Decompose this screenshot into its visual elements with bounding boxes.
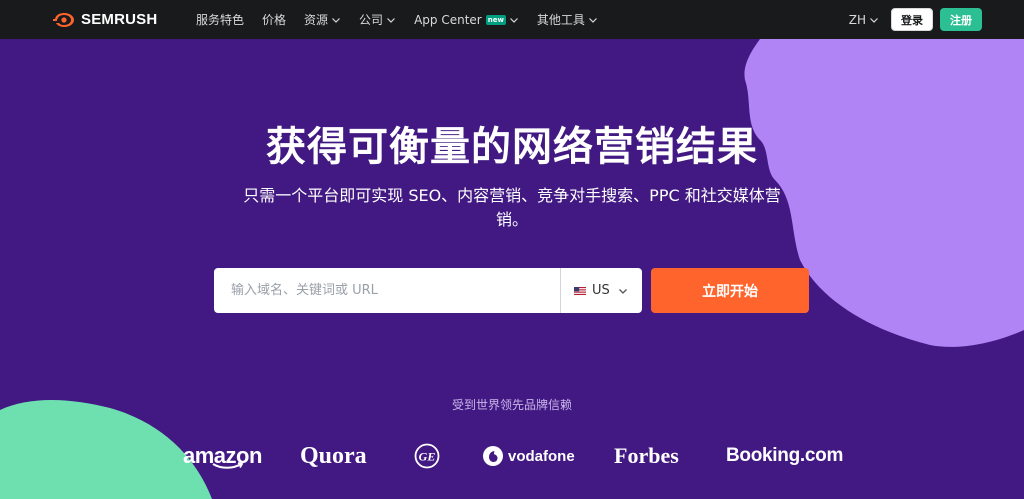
vodafone-logo-text: vodafone (508, 447, 575, 465)
chevron-down-icon (387, 17, 395, 23)
brand-logos: amazon Quora GE vodafone Forbes Booking.… (0, 436, 1024, 476)
search-input[interactable] (214, 268, 560, 313)
nav-item-label: App Center (414, 12, 482, 27)
chevron-down-icon (870, 17, 878, 23)
semrush-fire-icon (53, 12, 74, 27)
forbes-logo-text: Forbes (614, 443, 679, 468)
nav-item-pricing[interactable]: 价格 (262, 11, 286, 28)
search-form: US (214, 268, 642, 313)
chevron-down-icon (332, 17, 340, 23)
nav-item-label: 价格 (262, 13, 287, 27)
nav-item-label: 服务特色 (196, 13, 245, 27)
nav-item-features[interactable]: 服务特色 (196, 11, 244, 28)
hero-subtitle: 只需一个平台即可实现 SEO、内容营销、竞争对手搜索、PPC 和社交媒体营销。 (243, 186, 781, 229)
login-button[interactable]: 登录 (891, 8, 933, 31)
nav-item-resources[interactable]: 资源 (304, 11, 341, 28)
signup-button[interactable]: 注册 (940, 8, 982, 31)
nav-item-label: 公司 (359, 13, 384, 27)
amazon-logo: amazon (183, 436, 262, 476)
top-navigation-bar: SEMRUSH 服务特色 价格 资源 公司 App Center new 其他工… (0, 0, 1024, 39)
chevron-down-icon (589, 17, 597, 23)
country-selector[interactable]: US (561, 268, 641, 313)
vodafone-speechmark-icon (483, 446, 503, 466)
language-selector[interactable]: ZH (849, 13, 879, 27)
nav-menu: 服务特色 价格 资源 公司 App Center new 其他工具 (196, 0, 616, 39)
nav-item-label: 其他工具 (536, 13, 585, 27)
country-label: US (592, 283, 610, 298)
nav-item-label: 资源 (304, 13, 329, 27)
nav-item-app-center[interactable]: App Center new (414, 13, 519, 27)
nav-actions: ZH 登录 注册 (849, 8, 982, 31)
chevron-down-icon (618, 288, 627, 294)
nav-item-company[interactable]: 公司 (359, 11, 396, 28)
language-label: ZH (848, 12, 866, 27)
hero-background-shapes (0, 39, 1024, 499)
trusted-by-label: 受到世界领先品牌信赖 (451, 398, 572, 412)
quora-logo-text: Quora (300, 442, 367, 469)
logo-text: SEMRUSH (81, 11, 158, 28)
start-now-button[interactable]: 立即开始 (651, 268, 809, 313)
us-flag-icon (574, 286, 586, 295)
ge-monogram-icon: GE (414, 443, 440, 469)
vodafone-logo: vodafone (482, 436, 575, 476)
booking-logo: Booking.com (726, 436, 843, 476)
booking-logo-text: Booking.com (726, 445, 844, 466)
semrush-logo[interactable]: SEMRUSH (53, 10, 157, 29)
forbes-logo: Forbes (614, 436, 679, 476)
nav-item-other-tools[interactable]: 其他工具 (537, 11, 598, 28)
amazon-smile-icon (212, 462, 244, 469)
hero-title: 获得可衡量的网络营销结果 (266, 124, 758, 170)
ge-logo-text: GE (419, 450, 436, 464)
new-badge: new (485, 14, 506, 25)
ge-logo: GE (414, 436, 440, 476)
quora-logo: Quora (300, 436, 367, 476)
chevron-down-icon (509, 17, 518, 23)
